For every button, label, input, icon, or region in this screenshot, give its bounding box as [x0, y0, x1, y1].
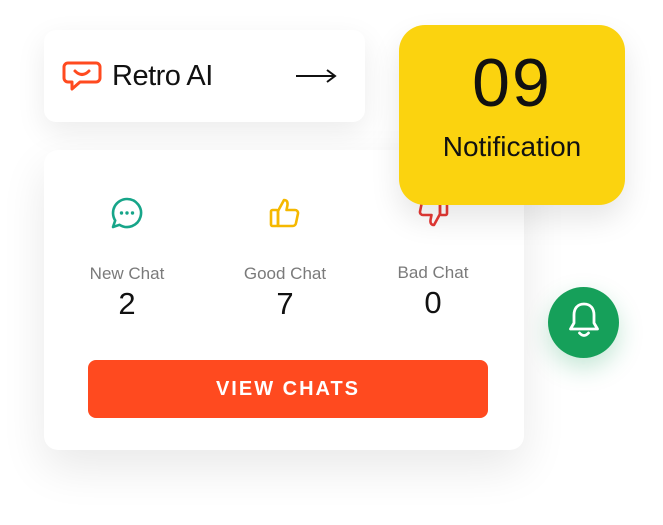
stat-label: Bad Chat — [397, 263, 469, 282]
stat-new-chat: New Chat 2 — [52, 190, 202, 322]
notification-label: Notification — [442, 131, 582, 162]
bell-button[interactable] — [548, 287, 619, 358]
stat-label: Good Chat — [243, 264, 327, 283]
stat-value: 2 — [118, 286, 136, 321]
brand-name: Retro AI — [112, 59, 213, 92]
bell-icon — [567, 301, 601, 344]
arrow-right-icon[interactable] — [295, 68, 337, 84]
chat-bubble-dots-icon — [52, 190, 202, 236]
stat-good-chat: Good Chat 7 — [210, 190, 360, 322]
view-chats-button[interactable]: VIEW CHATS — [88, 360, 488, 418]
notification-card[interactable]: 09 Notification — [399, 25, 625, 205]
stat-value: 7 — [276, 286, 294, 321]
stat-value: 0 — [424, 285, 442, 320]
speech-bubble-smile-icon — [62, 59, 102, 93]
thumbs-up-icon — [210, 190, 360, 236]
retro-ai-card[interactable]: Retro AI — [44, 30, 365, 122]
stat-bad-chat: Bad Chat 0 — [358, 190, 508, 321]
notification-count: 09 — [472, 45, 552, 121]
stat-label: New Chat — [89, 264, 165, 283]
